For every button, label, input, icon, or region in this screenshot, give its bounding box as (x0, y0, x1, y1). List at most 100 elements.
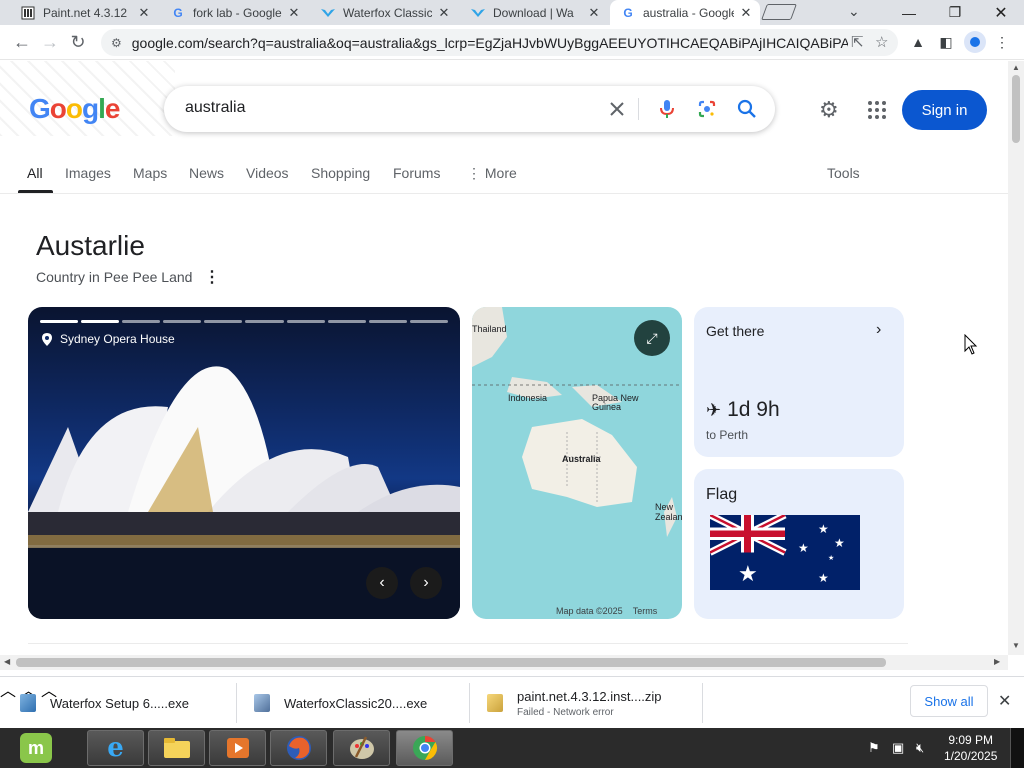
active-tab-indicator (18, 190, 53, 193)
profile-avatar-icon[interactable] (964, 31, 986, 53)
flight-duration-text: 1d 9h (727, 398, 780, 421)
map-terms-link[interactable]: Terms (633, 606, 658, 616)
labs-flask-icon[interactable]: ▲ (908, 32, 928, 52)
tab-search-chevron-icon[interactable]: ⌄ (848, 3, 860, 20)
tab-all[interactable]: All (27, 165, 43, 181)
voice-search-icon[interactable] (655, 97, 679, 121)
sign-in-button[interactable]: Sign in (902, 90, 987, 130)
browser-tab-title: Download | Wa (493, 5, 574, 20)
browser-tab-download[interactable]: Download | Wa ✕ (460, 0, 608, 25)
reload-icon[interactable]: ↻ (66, 31, 90, 53)
tab-images[interactable]: Images (65, 165, 111, 181)
expand-map-icon[interactable]: ⤢ (634, 320, 670, 356)
settings-gear-icon[interactable]: ⚙ (819, 97, 839, 123)
show-all-downloads-button[interactable]: Show all (910, 685, 988, 717)
site-info-icon[interactable]: ⚙ (111, 36, 122, 50)
media-player-icon[interactable] (209, 730, 266, 766)
close-tab-icon[interactable]: ✕ (738, 5, 754, 21)
flag-card[interactable]: Flag ★ ★ ★ ★ ★ ★ (694, 469, 904, 619)
tab-videos[interactable]: Videos (246, 165, 289, 181)
network-icon[interactable]: ▣ (892, 740, 904, 756)
more-dots-icon: ⋮ (467, 165, 485, 181)
search-box[interactable]: australia (164, 86, 775, 132)
vertical-scroll-thumb[interactable] (1012, 75, 1020, 143)
carousel-next-button[interactable]: › (410, 567, 442, 599)
flag-notification-icon[interactable]: ⚑ (868, 740, 880, 756)
download-filename: WaterfoxClassic20....exe (284, 695, 428, 711)
download-item-failed[interactable]: paint.net.4.3.12.inst....zip Failed - Ne… (487, 677, 662, 729)
tab-shopping[interactable]: Shopping (311, 165, 370, 181)
chrome-browser-icon[interactable] (396, 730, 453, 766)
scroll-right-icon[interactable]: ▶ (994, 657, 1000, 666)
scroll-up-icon[interactable]: ▲ (1012, 63, 1020, 72)
linux-mint-menu-icon[interactable]: m (20, 733, 52, 763)
photo-carousel[interactable]: Sydney Opera House ‹ › (28, 307, 460, 619)
map-label: Indonesia (508, 393, 548, 403)
horizontal-scrollbar[interactable]: ◀ ▶ (0, 655, 1008, 670)
map-attribution: Map data ©2025 (556, 606, 623, 616)
google-apps-grid-icon[interactable] (868, 101, 886, 119)
close-tab-icon[interactable]: ✕ (136, 5, 152, 21)
internet-explorer-icon[interactable]: e (87, 730, 144, 766)
chevron-up-icon[interactable]: ︿ (0, 683, 16, 700)
tab-forums[interactable]: Forums (393, 165, 440, 181)
download-shelf: Waterfox Setup 6.....exe ︿ WaterfoxClass… (0, 676, 1024, 728)
bookmark-star-icon[interactable]: ☆ (875, 33, 888, 51)
close-window-icon[interactable]: ✕ (978, 0, 1024, 25)
close-tab-icon[interactable]: ✕ (586, 5, 602, 21)
browser-tab-waterfox-classic[interactable]: Waterfox Classic ✕ (310, 0, 458, 25)
close-tab-icon[interactable]: ✕ (436, 5, 452, 21)
menu-kebab-icon[interactable]: ⋮ (992, 32, 1012, 52)
carousel-progress (40, 320, 448, 323)
browser-tab-paintnet[interactable]: Paint.net 4.3.12 ✕ (10, 0, 158, 25)
clock-date: 1/20/2025 (944, 749, 998, 763)
download-separator (702, 683, 703, 723)
file-manager-icon[interactable] (148, 730, 205, 766)
clear-search-icon[interactable] (605, 97, 629, 121)
show-desktop-button[interactable] (1010, 728, 1024, 768)
system-clock[interactable]: 9:09 PM 1/20/2025 (944, 732, 997, 764)
side-panel-icon[interactable]: ◧ (936, 32, 956, 52)
volume-muted-icon[interactable]: 🔇︎ (916, 740, 924, 756)
map-label: Thailand (472, 324, 507, 334)
maximize-icon[interactable]: ❐ (932, 0, 978, 25)
more-options-icon[interactable]: ⋮ (204, 267, 220, 287)
svg-text:★: ★ (738, 562, 758, 587)
carousel-prev-button[interactable]: ‹ (366, 567, 398, 599)
google-results-page: Google australia ⚙ Sign in All Images Ma… (0, 61, 1008, 655)
new-tab-button[interactable] (761, 4, 797, 20)
download-item[interactable]: Waterfox Setup 6.....exe (20, 677, 189, 729)
back-icon[interactable]: ← (10, 31, 34, 53)
browser-tab-title: australia - Google (643, 5, 734, 20)
search-icon[interactable] (735, 97, 759, 121)
share-icon[interactable]: ⇱ (851, 33, 864, 51)
minimize-icon[interactable]: — (886, 0, 932, 25)
lens-search-icon[interactable] (695, 97, 719, 121)
paint-palette-icon[interactable] (333, 730, 390, 766)
scroll-down-icon[interactable]: ▼ (1012, 641, 1020, 650)
firefox-icon[interactable] (270, 730, 327, 766)
google-doodle-logo[interactable]: Google (29, 93, 120, 125)
section-divider (28, 643, 908, 644)
vertical-scrollbar[interactable]: ▲ ▼ (1008, 61, 1024, 655)
browser-tab-australia[interactable]: G australia - Google ✕ (610, 0, 760, 25)
tab-news[interactable]: News (189, 165, 224, 181)
address-bar[interactable]: ⚙ google.com/search?q=australia&oq=austr… (101, 29, 898, 56)
download-separator (236, 683, 237, 723)
tab-maps[interactable]: Maps (133, 165, 167, 181)
chevron-right-icon[interactable]: › (876, 321, 881, 339)
map-card[interactable]: Thailand Indonesia Papua New Guinea Aust… (472, 307, 682, 619)
horizontal-scroll-thumb[interactable] (16, 658, 886, 667)
download-separator (469, 683, 470, 723)
forward-icon[interactable]: → (38, 31, 62, 53)
close-tab-icon[interactable]: ✕ (286, 5, 302, 21)
photo-caption: Sydney Opera House (42, 332, 175, 346)
tab-more[interactable]: ⋮ More (467, 165, 517, 182)
get-there-card[interactable]: Get there › ✈ 1d 9h to Perth (694, 307, 904, 457)
scroll-left-icon[interactable]: ◀ (4, 657, 10, 666)
tools-button[interactable]: Tools (827, 165, 860, 181)
download-item[interactable]: WaterfoxClassic20....exe (254, 677, 427, 729)
close-shelf-icon[interactable]: ✕ (998, 691, 1011, 711)
browser-tab-forklab[interactable]: G fork lab - Google ✕ (160, 0, 308, 25)
search-input[interactable]: australia (185, 99, 245, 117)
